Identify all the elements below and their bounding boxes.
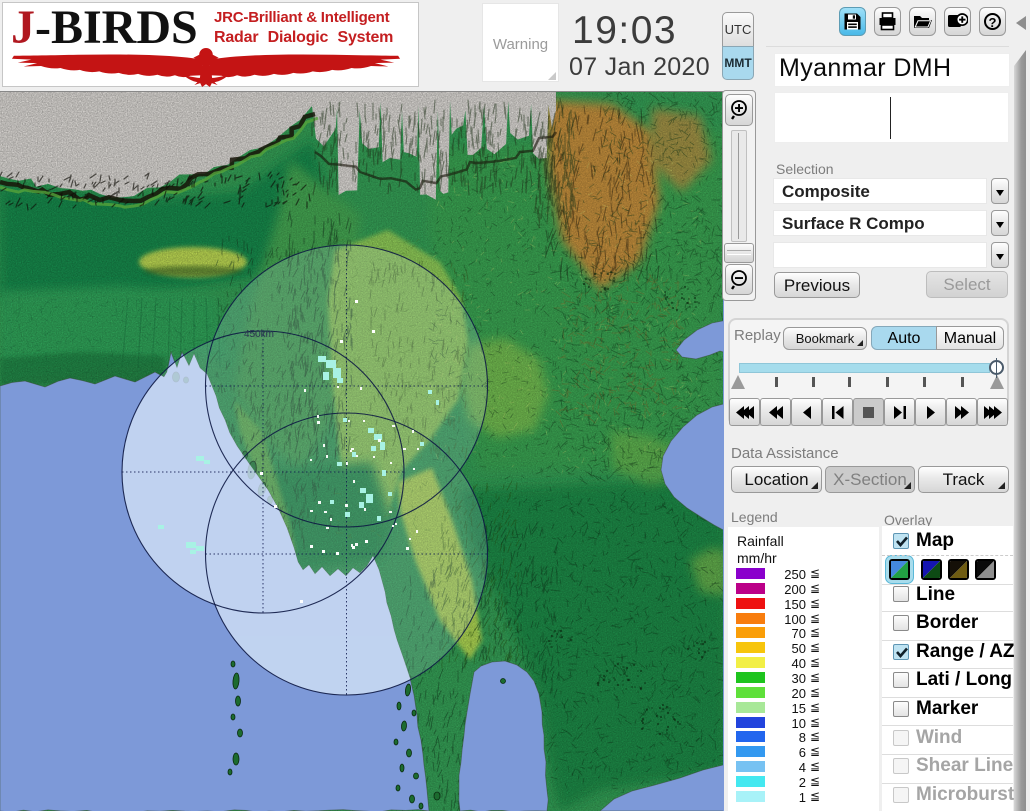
svg-text:450km: 450km: [244, 329, 274, 340]
